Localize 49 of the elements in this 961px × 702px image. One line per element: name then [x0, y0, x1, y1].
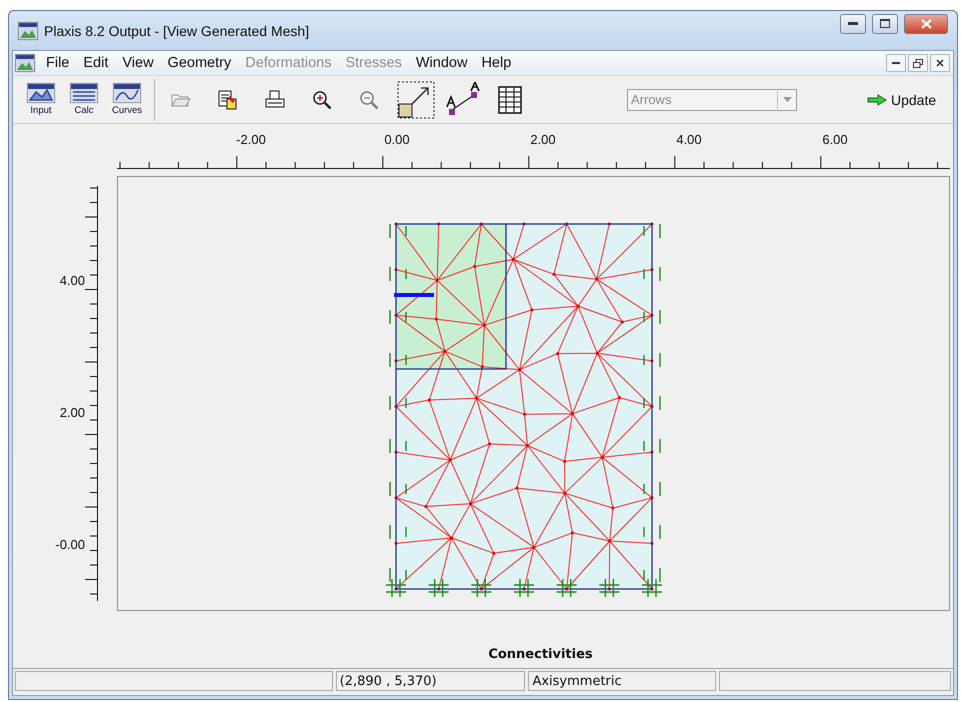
- program-button[interactable]: Input: [21, 80, 61, 120]
- close-icon: [920, 18, 932, 28]
- menu-item[interactable]: Help: [474, 55, 518, 71]
- caret-icon: [782, 97, 792, 102]
- close-button[interactable]: [930, 54, 950, 72]
- menu-item[interactable]: Geometry: [160, 55, 238, 71]
- ruler-label: -2.00: [235, 132, 267, 146]
- menu-item[interactable]: File: [39, 55, 76, 71]
- program-button[interactable]: Curves: [107, 80, 147, 120]
- minimize-button[interactable]: [886, 54, 906, 72]
- zoom-out-icon: [359, 90, 379, 110]
- close-icon: [936, 59, 944, 67]
- maximize-icon: [880, 19, 890, 28]
- update-button[interactable]: Update: [863, 90, 940, 110]
- folder-icon: [171, 92, 191, 108]
- maximize-button[interactable]: [872, 14, 898, 34]
- minimize-button[interactable]: [840, 14, 866, 34]
- restore-button[interactable]: [908, 54, 928, 72]
- ruler-label: 6.00: [821, 132, 849, 146]
- toolbar-button[interactable]: [396, 80, 436, 120]
- menu-item[interactable]: Window: [408, 55, 474, 71]
- plot-caption: Connectivities: [488, 647, 593, 662]
- window-title: Plaxis 8.2 Output - [View Generated Mesh]: [44, 22, 310, 38]
- ruler-label: 2.00: [529, 132, 557, 146]
- menu-item[interactable]: View: [115, 55, 161, 71]
- coordinates-text: (2,890 , 5,370): [336, 671, 526, 691]
- printer-icon: [264, 90, 286, 110]
- app-icon: [18, 22, 38, 40]
- minimize-icon: [848, 22, 858, 26]
- ruler-label: 2.00: [60, 404, 85, 420]
- mode-text: Axisymmetric: [528, 671, 716, 691]
- program-button[interactable]: Calc: [64, 80, 104, 120]
- program-icon: [113, 83, 141, 103]
- ruler-label: 4.00: [675, 132, 703, 146]
- program-icon: [70, 83, 98, 103]
- restore-icon: [913, 58, 923, 68]
- ruler-label: 4.00: [60, 272, 85, 288]
- ruler-label: 0.00: [383, 132, 411, 146]
- ruler-label: -0.00: [55, 537, 85, 552]
- cross-section-icon: [444, 82, 482, 118]
- minimize-icon: [892, 62, 900, 64]
- menu-item[interactable]: Edit: [76, 55, 116, 71]
- program-icon: [27, 83, 55, 103]
- table-icon: [498, 86, 522, 114]
- arrow-icon: [867, 94, 887, 106]
- plate-line: [394, 293, 434, 297]
- selection-icon: [397, 80, 435, 118]
- document-icon: [217, 88, 239, 110]
- zoom-in-icon: [312, 90, 332, 110]
